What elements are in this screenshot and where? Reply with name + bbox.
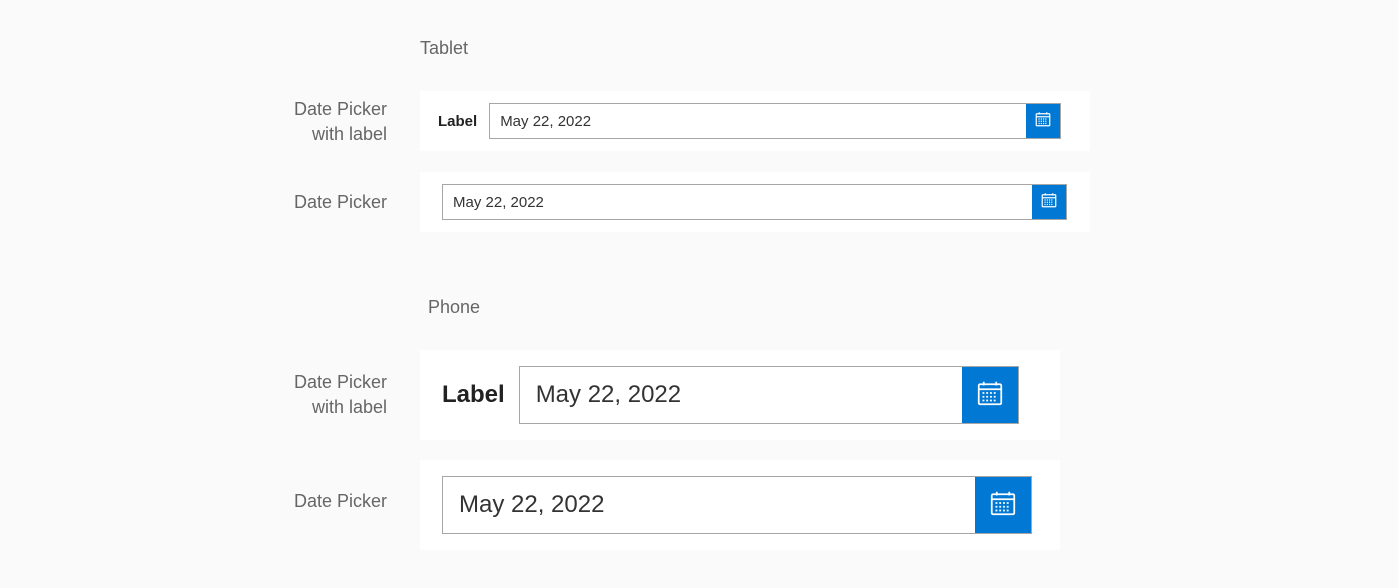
date-input-value: May 22, 2022	[520, 367, 962, 423]
row-label-no-label-tablet: Date Picker	[247, 190, 387, 215]
date-input-value: May 22, 2022	[443, 477, 975, 533]
field-label: Label	[420, 381, 519, 409]
calendar-icon	[975, 378, 1005, 413]
calendar-button[interactable]	[962, 367, 1018, 423]
calendar-icon	[1040, 191, 1058, 214]
row-label-with-label-tablet: Date Pickerwith label	[247, 97, 387, 147]
demo-tablet-no-label: May 22, 2022	[420, 172, 1090, 232]
date-input-value: May 22, 2022	[443, 185, 1032, 219]
row-label-with-label-phone: Date Pickerwith label	[247, 370, 387, 420]
calendar-button[interactable]	[1032, 185, 1066, 219]
demo-phone-no-label: May 22, 2022	[420, 460, 1060, 550]
calendar-button[interactable]	[975, 477, 1031, 533]
field-label: Label	[420, 113, 489, 130]
row-label-no-label-phone: Date Picker	[247, 489, 387, 514]
date-input-wrap[interactable]: May 22, 2022	[519, 366, 1019, 424]
date-input-wrap[interactable]: May 22, 2022	[489, 103, 1061, 139]
date-input-value: May 22, 2022	[490, 104, 1026, 138]
section-heading-tablet: Tablet	[420, 38, 468, 59]
calendar-icon	[988, 488, 1018, 523]
calendar-icon	[1034, 110, 1052, 133]
calendar-button[interactable]	[1026, 104, 1060, 138]
demo-tablet-with-label: Label May 22, 2022	[420, 91, 1090, 151]
date-input-wrap[interactable]: May 22, 2022	[442, 476, 1032, 534]
date-input-wrap[interactable]: May 22, 2022	[442, 184, 1067, 220]
section-heading-phone: Phone	[428, 297, 480, 318]
demo-phone-with-label: Label May 22, 2022	[420, 350, 1060, 440]
